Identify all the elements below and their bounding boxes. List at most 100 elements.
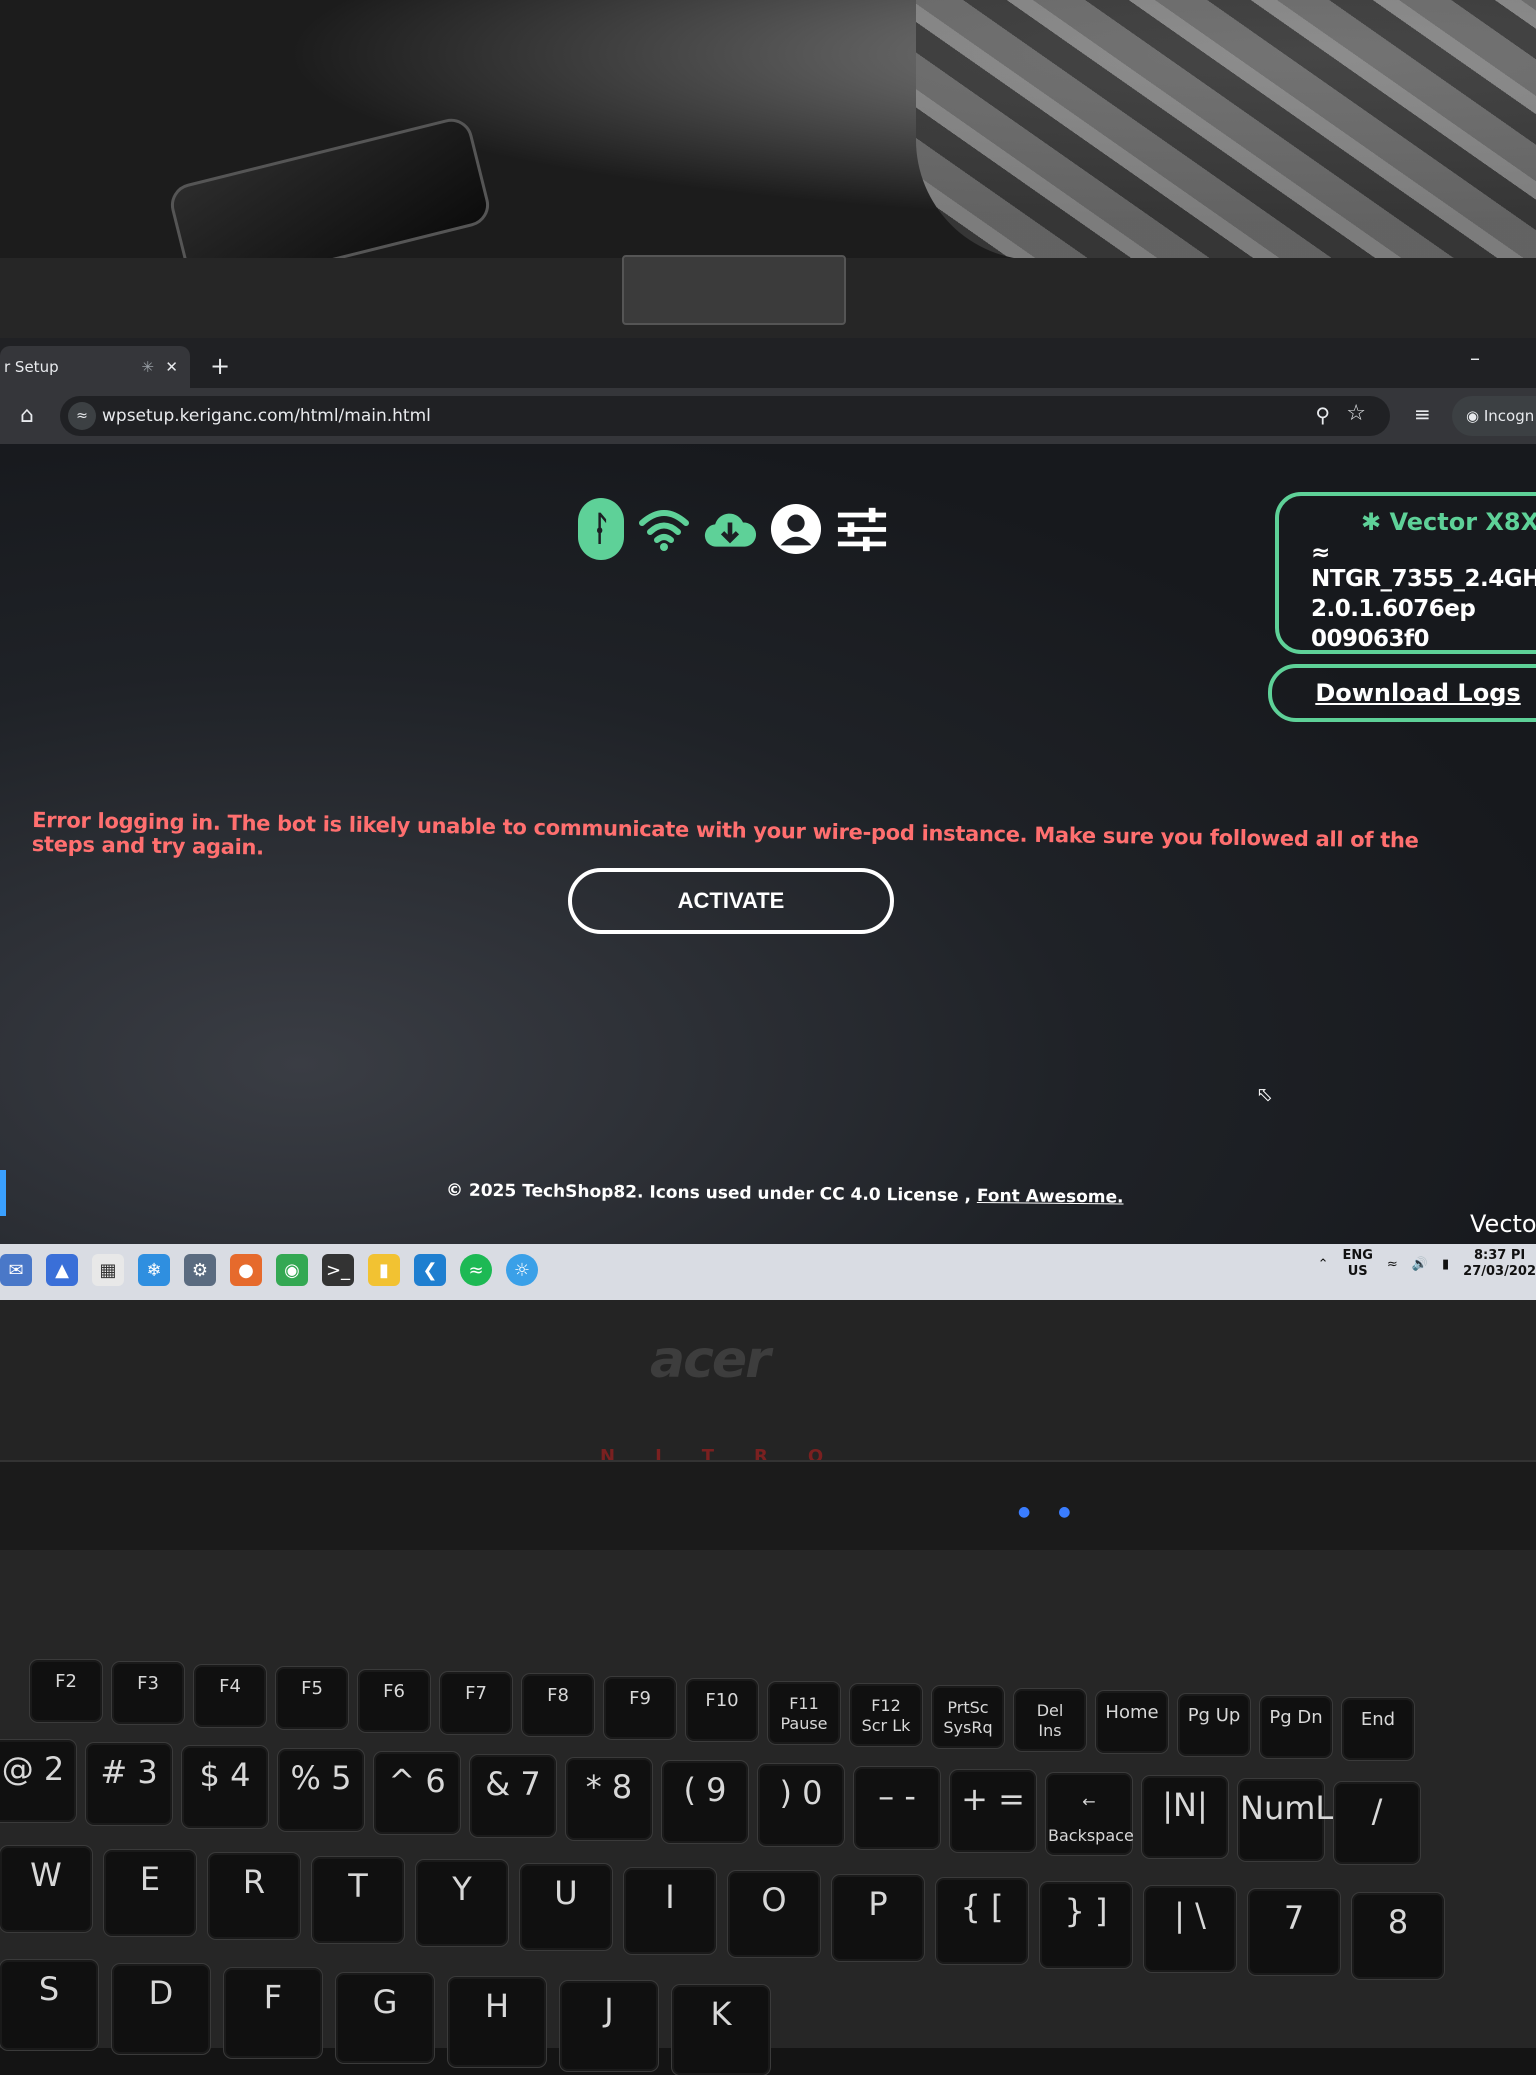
- user-icon[interactable]: [770, 499, 822, 559]
- keyboard-key[interactable]: Home: [1096, 1691, 1168, 1754]
- bluetooth-icon[interactable]: ᛛ: [578, 498, 624, 560]
- keyboard-key[interactable]: F8: [522, 1674, 594, 1737]
- keyboard-key[interactable]: % 5: [278, 1749, 364, 1831]
- keyboard-key[interactable]: $ 4: [182, 1746, 268, 1828]
- keyboard-key[interactable]: F3: [112, 1662, 184, 1725]
- new-tab-button[interactable]: +: [200, 346, 240, 386]
- keyboard-key[interactable]: – -: [854, 1767, 940, 1849]
- keyboard-key[interactable]: F7: [440, 1672, 512, 1734]
- font-awesome-link[interactable]: Font Awesome.: [977, 1186, 1124, 1208]
- url-text[interactable]: wpsetup.keriganc.com/html/main.html: [102, 396, 431, 436]
- keyboard-key[interactable]: O: [728, 1871, 820, 1958]
- keyboard-key[interactable]: |N|: [1142, 1776, 1228, 1858]
- keyboard-key[interactable]: Del Ins: [1014, 1688, 1086, 1751]
- keyboard-key[interactable]: PrtSc SysRq: [932, 1686, 1004, 1749]
- keyboard-key[interactable]: ^ 6: [374, 1752, 460, 1834]
- keyboard-key[interactable]: T: [312, 1856, 404, 1943]
- blanket: [916, 0, 1536, 260]
- keyboard-key[interactable]: F: [224, 1968, 322, 2059]
- sliders-icon[interactable]: [836, 499, 888, 559]
- tab-close-icon[interactable]: ✕: [165, 346, 178, 388]
- keyboard-key[interactable]: Pg Dn: [1260, 1696, 1332, 1758]
- activate-button[interactable]: ACTIVATE: [568, 868, 894, 934]
- keyboard-key[interactable]: ← Backspace: [1046, 1773, 1134, 1855]
- keyboard-key[interactable]: 8: [1352, 1892, 1444, 1979]
- keyboard-key[interactable]: End: [1342, 1698, 1414, 1761]
- keyboard-key[interactable]: R: [208, 1853, 300, 1940]
- zoom-icon[interactable]: ⚲: [1315, 403, 1330, 427]
- keyboard-key[interactable]: K: [672, 1985, 770, 2075]
- reading-list-icon[interactable]: ≡: [1414, 402, 1431, 426]
- download-logs-button[interactable]: Download Logs: [1268, 664, 1536, 722]
- keyboard-key[interactable]: P: [832, 1874, 924, 1961]
- cloud-download-icon[interactable]: [704, 499, 756, 559]
- keyboard-key[interactable]: F4: [194, 1664, 266, 1727]
- keyboard-key[interactable]: F9: [604, 1676, 676, 1739]
- keyboard-key[interactable]: I: [624, 1867, 716, 1954]
- keyboard-key[interactable]: | \: [1144, 1885, 1236, 1972]
- keyboard-key[interactable]: + =: [950, 1770, 1036, 1852]
- keyboard-key[interactable]: F12 Scr Lk: [850, 1684, 922, 1746]
- keyboard-key[interactable]: E: [104, 1849, 196, 1936]
- browser-tab[interactable]: r Setup ✳ ✕: [0, 346, 190, 388]
- keyboard-key[interactable]: H: [448, 1976, 546, 2067]
- keyboard-key[interactable]: & 7: [470, 1755, 556, 1837]
- calendar-icon[interactable]: ▦: [92, 1254, 124, 1286]
- bot-name: ✱ Vector X8X9: [1361, 508, 1536, 536]
- chrome-icon[interactable]: ◉: [276, 1254, 308, 1286]
- photos-icon[interactable]: ▲: [46, 1254, 78, 1286]
- keyboard-key[interactable]: S: [0, 1960, 98, 2050]
- keyboard-key[interactable]: NumLk: [1238, 1779, 1352, 1861]
- tab-title: r Setup: [4, 358, 59, 376]
- browser-toolbar: ⌂ ≈ wpsetup.keriganc.com/html/main.html …: [0, 388, 1536, 444]
- minimize-button[interactable]: –: [1470, 346, 1480, 370]
- keyboard-key[interactable]: G: [336, 1972, 434, 2063]
- copilot-icon[interactable]: ❄: [138, 1254, 170, 1286]
- keyboard-key[interactable]: Pg Up: [1178, 1693, 1250, 1756]
- keyboard-key[interactable]: ) 0: [758, 1764, 844, 1846]
- incognito-icon: ◉: [1466, 407, 1480, 425]
- keyboard-key[interactable]: F6: [358, 1669, 430, 1732]
- settings-icon[interactable]: ⚙: [184, 1254, 216, 1286]
- keyboard-key[interactable]: W: [0, 1846, 92, 1932]
- keyboard-key[interactable]: F11 Pause: [768, 1681, 840, 1744]
- clock[interactable]: 8:37 PI 27/03/202: [1463, 1248, 1536, 1280]
- keyboard-key[interactable]: } ]: [1040, 1882, 1132, 1968]
- keyboard-key[interactable]: ( 9: [662, 1761, 748, 1843]
- keyboard-key[interactable]: F2: [30, 1660, 102, 1722]
- volume-icon[interactable]: 🔊: [1412, 1257, 1428, 1272]
- wifi-small-icon: ≈: [1311, 540, 1330, 566]
- incognito-badge[interactable]: ◉ Incogn: [1452, 396, 1536, 436]
- home-icon[interactable]: ⌂: [20, 402, 48, 430]
- firefox-icon[interactable]: ●: [230, 1254, 262, 1286]
- keyboard-key[interactable]: U: [520, 1864, 612, 1950]
- mail-icon[interactable]: ✉: [0, 1254, 32, 1286]
- keyboard-key[interactable]: * 8: [566, 1758, 652, 1840]
- keyboard-key[interactable]: # 3: [86, 1743, 172, 1825]
- vscode-icon[interactable]: ❮: [414, 1254, 446, 1286]
- keyboard-key[interactable]: D: [112, 1964, 210, 2055]
- keyboard-key[interactable]: F10: [686, 1679, 758, 1742]
- keyboard-key[interactable]: Y: [416, 1860, 508, 1947]
- wifi-tray-icon[interactable]: ≈: [1387, 1257, 1398, 1272]
- keyboard-key[interactable]: 7: [1248, 1889, 1340, 1976]
- keyboard-key[interactable]: F5: [276, 1667, 348, 1730]
- weather-icon[interactable]: ☼: [506, 1254, 538, 1286]
- explorer-icon[interactable]: ▮: [368, 1254, 400, 1286]
- address-bar[interactable]: ≈ wpsetup.keriganc.com/html/main.html ⚲ …: [60, 396, 1390, 436]
- keyboard-key[interactable]: { [: [936, 1878, 1028, 1965]
- battery-icon[interactable]: ▮: [1442, 1257, 1449, 1272]
- spotify-icon[interactable]: ≈: [460, 1254, 492, 1286]
- language-indicator[interactable]: ENG US: [1342, 1248, 1372, 1280]
- bookmark-star-icon[interactable]: ☆: [1346, 401, 1366, 426]
- webcam-cover: [622, 255, 846, 325]
- taskbar-apps: ✉ ▲ ▦ ❄ ⚙ ● ◉ >_ ▮ ❮ ≈ ☼: [0, 1254, 538, 1286]
- terminal-icon[interactable]: >_: [322, 1254, 354, 1286]
- keyboard-key[interactable]: /: [1334, 1782, 1420, 1864]
- bot-wifi: ≈ NTGR_7355_2.4GH: [1311, 540, 1536, 592]
- keyboard-key[interactable]: @ 2: [0, 1740, 76, 1822]
- keyboard-key[interactable]: J: [560, 1981, 658, 2071]
- tray-chevron-icon[interactable]: ⌃: [1318, 1257, 1329, 1272]
- wifi-icon[interactable]: [638, 499, 690, 559]
- site-info-icon[interactable]: ≈: [68, 402, 96, 430]
